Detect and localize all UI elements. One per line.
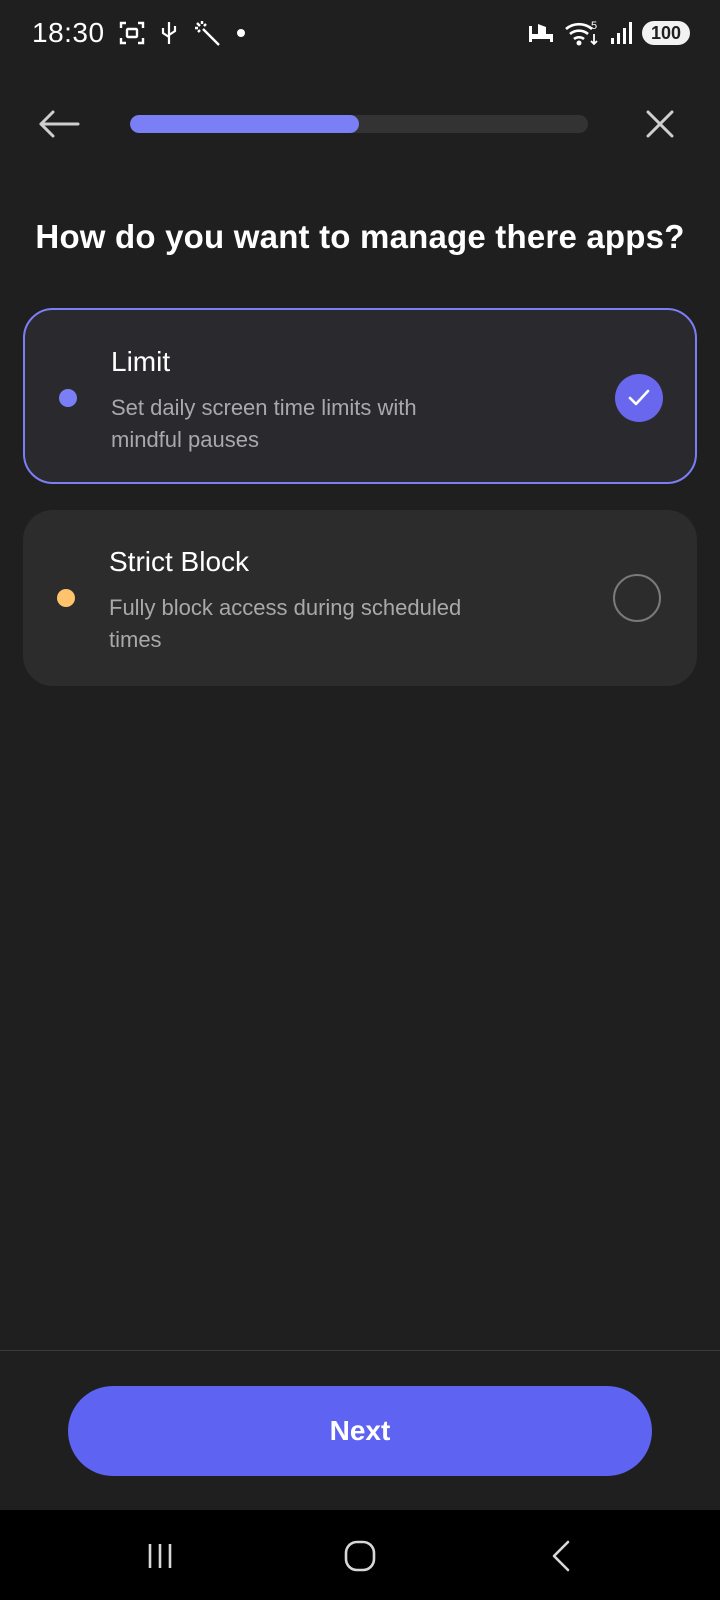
- home-icon: [344, 1540, 376, 1572]
- close-button[interactable]: [640, 104, 680, 144]
- page-title: How do you want to manage there apps?: [35, 218, 685, 255]
- usb-icon: [159, 20, 179, 46]
- option-title: Limit: [111, 346, 171, 377]
- option-dot-icon: [59, 389, 77, 407]
- wifi-badge: 5: [591, 20, 597, 32]
- status-bar: 18:30 5 100: [0, 0, 720, 66]
- option-description: Set daily screen time limits with mindfu…: [111, 395, 417, 452]
- check-icon: [628, 389, 650, 406]
- recents-button[interactable]: [136, 1532, 184, 1580]
- back-nav-button[interactable]: [538, 1532, 586, 1580]
- magic-wand-icon: [193, 19, 221, 47]
- screenshot-icon: [119, 20, 145, 46]
- footer-divider: [0, 1350, 720, 1351]
- next-button[interactable]: Next: [68, 1386, 652, 1476]
- option-description: Fully block access during scheduled time…: [109, 595, 462, 652]
- status-left: 18:30: [32, 17, 247, 49]
- selected-radio[interactable]: [615, 374, 663, 422]
- progress-bar: [130, 115, 588, 133]
- arrow-left-icon: [39, 110, 80, 138]
- progress-fill: [130, 115, 359, 133]
- option-strict-block[interactable]: Strict Block Fully block access during s…: [23, 510, 697, 686]
- back-button[interactable]: [36, 104, 82, 144]
- system-nav-bar: [0, 1510, 720, 1600]
- option-title: Strict Block: [109, 546, 250, 577]
- status-right: 5 100: [528, 19, 690, 47]
- recents-icon: [148, 1544, 172, 1568]
- onboarding-screen: 18:30 5 100 How do you want to manage th…: [0, 0, 720, 1600]
- battery-icon: 100: [641, 21, 690, 45]
- signal-icon: [610, 21, 632, 45]
- option-dot-icon: [57, 589, 75, 607]
- back-icon: [552, 1540, 570, 1572]
- sleep-mode-icon: [528, 22, 554, 44]
- home-button[interactable]: [336, 1532, 384, 1580]
- option-limit[interactable]: Limit Set daily screen time limits with …: [23, 308, 697, 484]
- notification-dot-icon: [235, 27, 247, 39]
- unselected-radio[interactable]: [613, 574, 661, 622]
- status-time: 18:30: [32, 17, 105, 48]
- wifi-icon: 5: [564, 19, 600, 47]
- close-icon: [646, 110, 674, 138]
- top-nav: [0, 92, 720, 156]
